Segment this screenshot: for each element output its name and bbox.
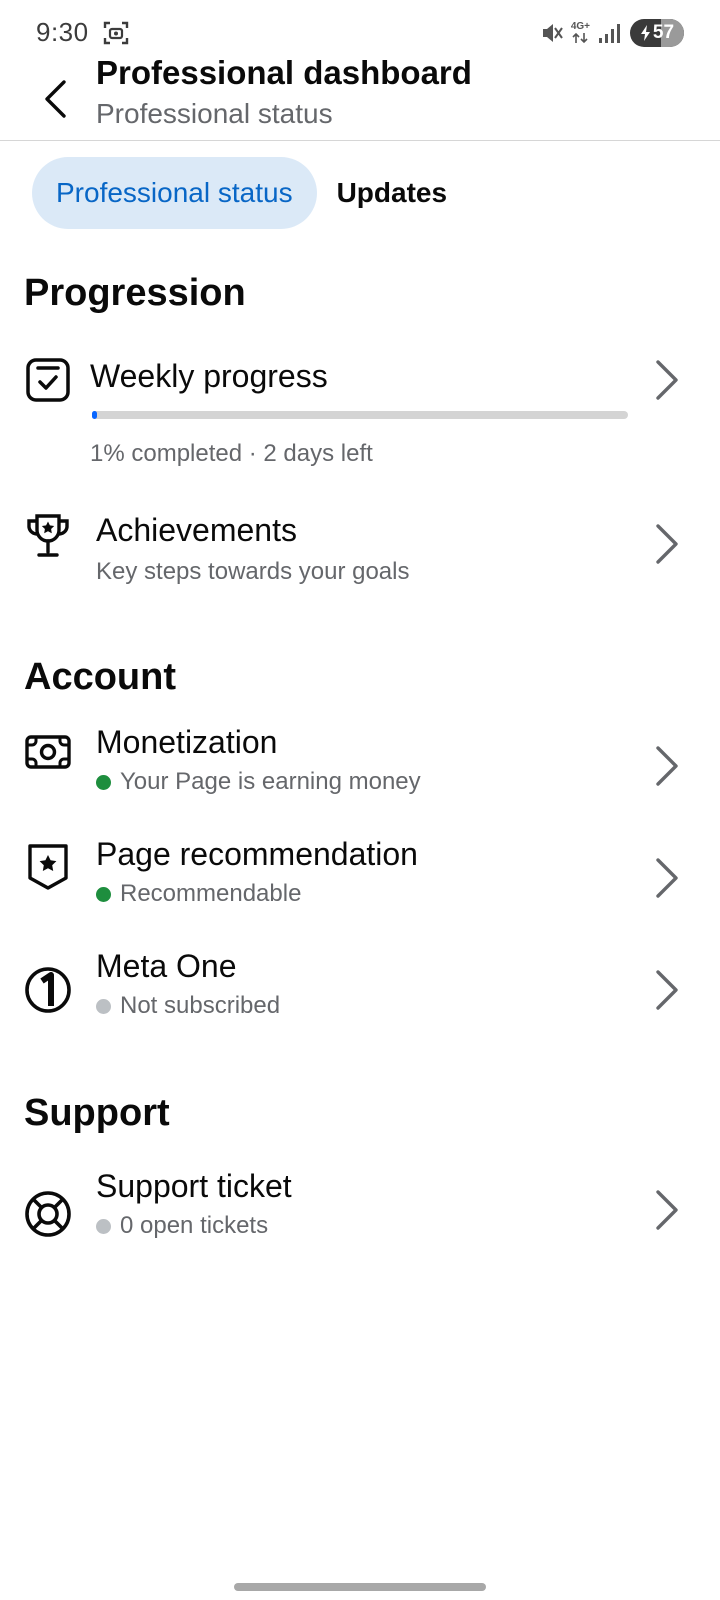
shield-star-icon bbox=[28, 844, 68, 890]
meta-one-title: Meta One bbox=[96, 948, 237, 984]
support-ticket-status-text: 0 open tickets bbox=[120, 1212, 269, 1239]
tab-bar: Professional status Updates bbox=[32, 157, 467, 229]
app-header: Professional dashboard Professional stat… bbox=[0, 54, 720, 141]
network-indicator: 4G+ bbox=[571, 22, 590, 44]
weekly-progress-row[interactable]: Weekly progress 1% completed · 2 days le… bbox=[0, 348, 720, 478]
data-arrows-icon bbox=[572, 32, 588, 44]
chevron-right-icon bbox=[656, 524, 678, 564]
achievements-subtitle: Key steps towards your goals bbox=[96, 558, 410, 585]
signal-icon bbox=[599, 24, 620, 43]
network-label: 4G+ bbox=[570, 21, 590, 32]
section-heading-support: Support bbox=[24, 1092, 170, 1134]
monetization-row[interactable]: Monetization Your Page is earning money bbox=[0, 722, 720, 818]
status-dot bbox=[96, 998, 111, 1014]
status-bar: 9:30 4G+ 57 bbox=[0, 0, 720, 62]
chevron-right-icon bbox=[656, 746, 678, 786]
section-heading-account: Account bbox=[24, 656, 176, 698]
weekly-progress-title: Weekly progress bbox=[90, 358, 328, 394]
status-dot bbox=[96, 1218, 111, 1234]
trophy-icon bbox=[27, 514, 69, 557]
status-dot bbox=[96, 774, 111, 790]
chevron-right-icon bbox=[656, 1190, 678, 1230]
tab-updates[interactable]: Updates bbox=[317, 157, 467, 229]
lifebuoy-icon bbox=[25, 1191, 71, 1237]
status-dot bbox=[96, 886, 111, 902]
page-recommendation-status-text: Recommendable bbox=[120, 880, 302, 907]
page-recommendation-status: Recommendable bbox=[96, 880, 301, 908]
meta-one-status: Not subscribed bbox=[96, 992, 280, 1020]
support-ticket-status: 0 open tickets bbox=[96, 1212, 268, 1240]
chevron-right-icon bbox=[656, 360, 678, 400]
page-recommendation-row[interactable]: Page recommendation Recommendable bbox=[0, 834, 720, 930]
chevron-right-icon bbox=[656, 858, 678, 898]
money-icon bbox=[25, 735, 71, 769]
charging-icon bbox=[640, 25, 650, 41]
monetization-title: Monetization bbox=[96, 724, 278, 760]
chevron-right-icon bbox=[656, 970, 678, 1010]
support-ticket-title: Support ticket bbox=[96, 1168, 292, 1204]
back-button[interactable] bbox=[30, 74, 80, 124]
weekly-progress-icon bbox=[26, 358, 70, 402]
monetization-status-text: Your Page is earning money bbox=[120, 768, 421, 795]
battery-indicator: 57 bbox=[630, 19, 684, 47]
tab-professional-status[interactable]: Professional status bbox=[32, 157, 317, 229]
section-heading-progression: Progression bbox=[24, 272, 246, 314]
weekly-progress-fill bbox=[92, 411, 98, 419]
back-arrow-icon bbox=[45, 80, 66, 118]
page-subtitle: Professional status bbox=[96, 98, 333, 129]
support-ticket-row[interactable]: Support ticket 0 open tickets bbox=[0, 1168, 720, 1264]
status-right-group: 4G+ 57 bbox=[541, 18, 684, 48]
weekly-progress-bar bbox=[92, 411, 628, 419]
battery-percent: 57 bbox=[652, 22, 675, 43]
page-recommendation-title: Page recommendation bbox=[96, 836, 418, 872]
achievements-title: Achievements bbox=[96, 512, 297, 548]
meta-one-status-text: Not subscribed bbox=[120, 992, 281, 1019]
mute-icon bbox=[542, 24, 563, 42]
weekly-progress-status: 1% completed · 2 days left bbox=[90, 440, 373, 467]
status-time: 9:30 bbox=[36, 17, 89, 47]
achievements-row[interactable]: Achievements Key steps towards your goal… bbox=[0, 506, 720, 606]
home-indicator[interactable] bbox=[234, 1583, 486, 1591]
meta-one-icon bbox=[25, 967, 71, 1013]
page-title: Professional dashboard bbox=[96, 54, 472, 91]
monetization-status: Your Page is earning money bbox=[96, 768, 421, 796]
screen-record-icon bbox=[103, 21, 129, 45]
meta-one-row[interactable]: Meta One Not subscribed bbox=[0, 946, 720, 1042]
